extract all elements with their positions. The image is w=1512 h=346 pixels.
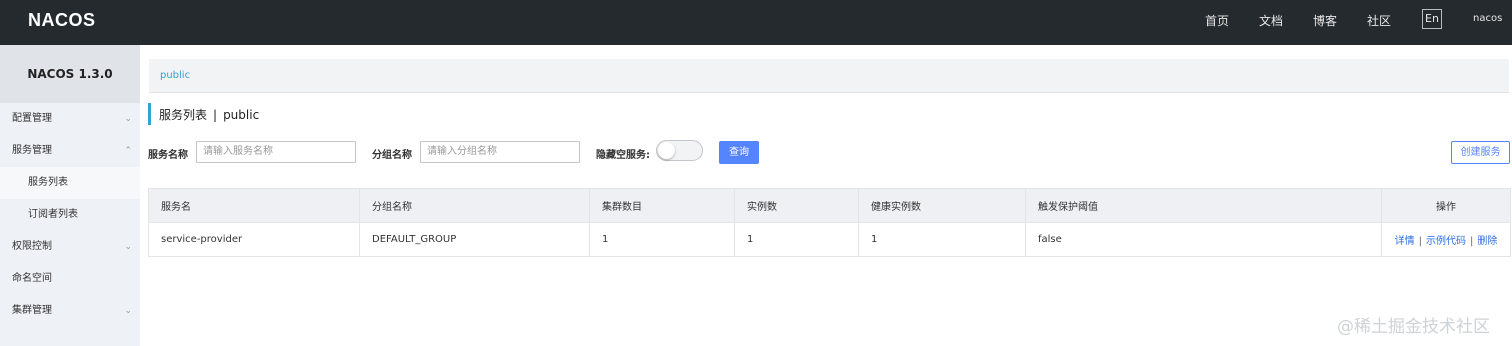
sidebar-item-label: 服务列表 bbox=[28, 177, 68, 188]
toggle-knob bbox=[658, 142, 675, 159]
page-title-namespace: public bbox=[223, 108, 260, 122]
group-name-label: 分组名称 bbox=[372, 150, 412, 161]
delete-link[interactable]: 删除 bbox=[1477, 236, 1497, 247]
col-header-cluster-count: 集群数目 bbox=[589, 188, 735, 223]
cell-healthy-count: 1 bbox=[858, 222, 1026, 257]
sidebar-item-service-management[interactable]: 服务管理 ⌃ bbox=[0, 135, 140, 167]
col-header-instance-count: 实例数 bbox=[734, 188, 859, 223]
nacos-logo[interactable]: NACOS bbox=[28, 10, 96, 31]
nav-home[interactable]: 首页 bbox=[1205, 12, 1229, 29]
sidebar-item-access-control[interactable]: 权限控制 ⌄ bbox=[0, 231, 140, 263]
nav-blog[interactable]: 博客 bbox=[1313, 12, 1337, 29]
hide-empty-label: 隐藏空服务: bbox=[596, 150, 650, 161]
col-header-protect-threshold: 触发保护阈值 bbox=[1025, 188, 1382, 223]
watermark: @稀土掘金技术社区 bbox=[1337, 317, 1490, 337]
cell-group-name: DEFAULT_GROUP bbox=[359, 222, 590, 257]
query-button[interactable]: 查询 bbox=[719, 141, 759, 164]
sidebar-item-label: 集群管理 bbox=[12, 305, 52, 316]
page-title-separator: | bbox=[213, 108, 218, 122]
col-header-service-name: 服务名 bbox=[148, 188, 360, 223]
hide-empty-toggle[interactable] bbox=[656, 140, 703, 161]
action-separator: | bbox=[1470, 236, 1474, 247]
chevron-up-icon: ⌃ bbox=[124, 146, 132, 156]
cell-protect-threshold: false bbox=[1025, 222, 1382, 257]
namespace-public-link[interactable]: public bbox=[160, 70, 190, 81]
action-separator: | bbox=[1418, 236, 1422, 247]
sidebar: NACOS 1.3.0 配置管理 ⌄ 服务管理 ⌃ 服务列表 订阅者列表 权限控… bbox=[0, 45, 140, 346]
table-header-row: 服务名 分组名称 集群数目 实例数 健康实例数 触发保护阈值 操作 bbox=[148, 188, 1511, 223]
service-table: 服务名 分组名称 集群数目 实例数 健康实例数 触发保护阈值 操作 servic… bbox=[148, 188, 1511, 257]
sidebar-item-label: 权限控制 bbox=[12, 241, 52, 252]
sidebar-item-label: 订阅者列表 bbox=[28, 209, 78, 220]
table-row: service-provider DEFAULT_GROUP 1 1 1 fal… bbox=[148, 222, 1511, 257]
chevron-down-icon: ⌄ bbox=[124, 242, 132, 252]
cell-service-name: service-provider bbox=[148, 222, 360, 257]
nav-docs[interactable]: 文档 bbox=[1259, 12, 1283, 29]
service-name-label: 服务名称 bbox=[148, 150, 188, 161]
group-name-input[interactable]: 请输入分组名称 bbox=[420, 141, 580, 163]
sidebar-item-service-list[interactable]: 服务列表 bbox=[0, 167, 140, 199]
top-navbar: NACOS 首页 文档 博客 社区 En nacos bbox=[0, 0, 1512, 45]
cell-actions: 详情 | 示例代码 | 删除 bbox=[1381, 222, 1511, 257]
sidebar-item-config-management[interactable]: 配置管理 ⌄ bbox=[0, 103, 140, 135]
language-toggle[interactable]: En bbox=[1422, 9, 1442, 29]
sidebar-item-subscriber-list[interactable]: 订阅者列表 bbox=[0, 199, 140, 231]
chevron-down-icon: ⌄ bbox=[124, 114, 132, 124]
create-service-button[interactable]: 创建服务 bbox=[1451, 141, 1510, 164]
sidebar-item-label: 命名空间 bbox=[12, 273, 52, 284]
sidebar-item-cluster-management[interactable]: 集群管理 ⌄ bbox=[0, 295, 140, 327]
page-title: 服务列表 | public bbox=[148, 103, 259, 125]
sidebar-item-label: 配置管理 bbox=[12, 113, 52, 124]
user-menu[interactable]: nacos bbox=[1473, 13, 1502, 24]
sample-code-link[interactable]: 示例代码 bbox=[1426, 236, 1466, 247]
namespace-bar: public bbox=[149, 59, 1509, 93]
col-header-group-name: 分组名称 bbox=[359, 188, 590, 223]
sidebar-item-label: 服务管理 bbox=[12, 145, 52, 156]
cell-cluster-count: 1 bbox=[589, 222, 735, 257]
page-title-main: 服务列表 bbox=[159, 108, 208, 122]
cell-instance-count: 1 bbox=[734, 222, 859, 257]
service-name-input[interactable]: 请输入服务名称 bbox=[196, 141, 356, 163]
chevron-down-icon: ⌄ bbox=[124, 306, 132, 316]
nav-community[interactable]: 社区 bbox=[1367, 12, 1391, 29]
sidebar-title: NACOS 1.3.0 bbox=[0, 45, 140, 103]
detail-link[interactable]: 详情 bbox=[1395, 236, 1415, 247]
col-header-actions: 操作 bbox=[1381, 188, 1511, 223]
col-header-healthy-count: 健康实例数 bbox=[858, 188, 1026, 223]
sidebar-item-namespace[interactable]: 命名空间 bbox=[0, 263, 140, 295]
